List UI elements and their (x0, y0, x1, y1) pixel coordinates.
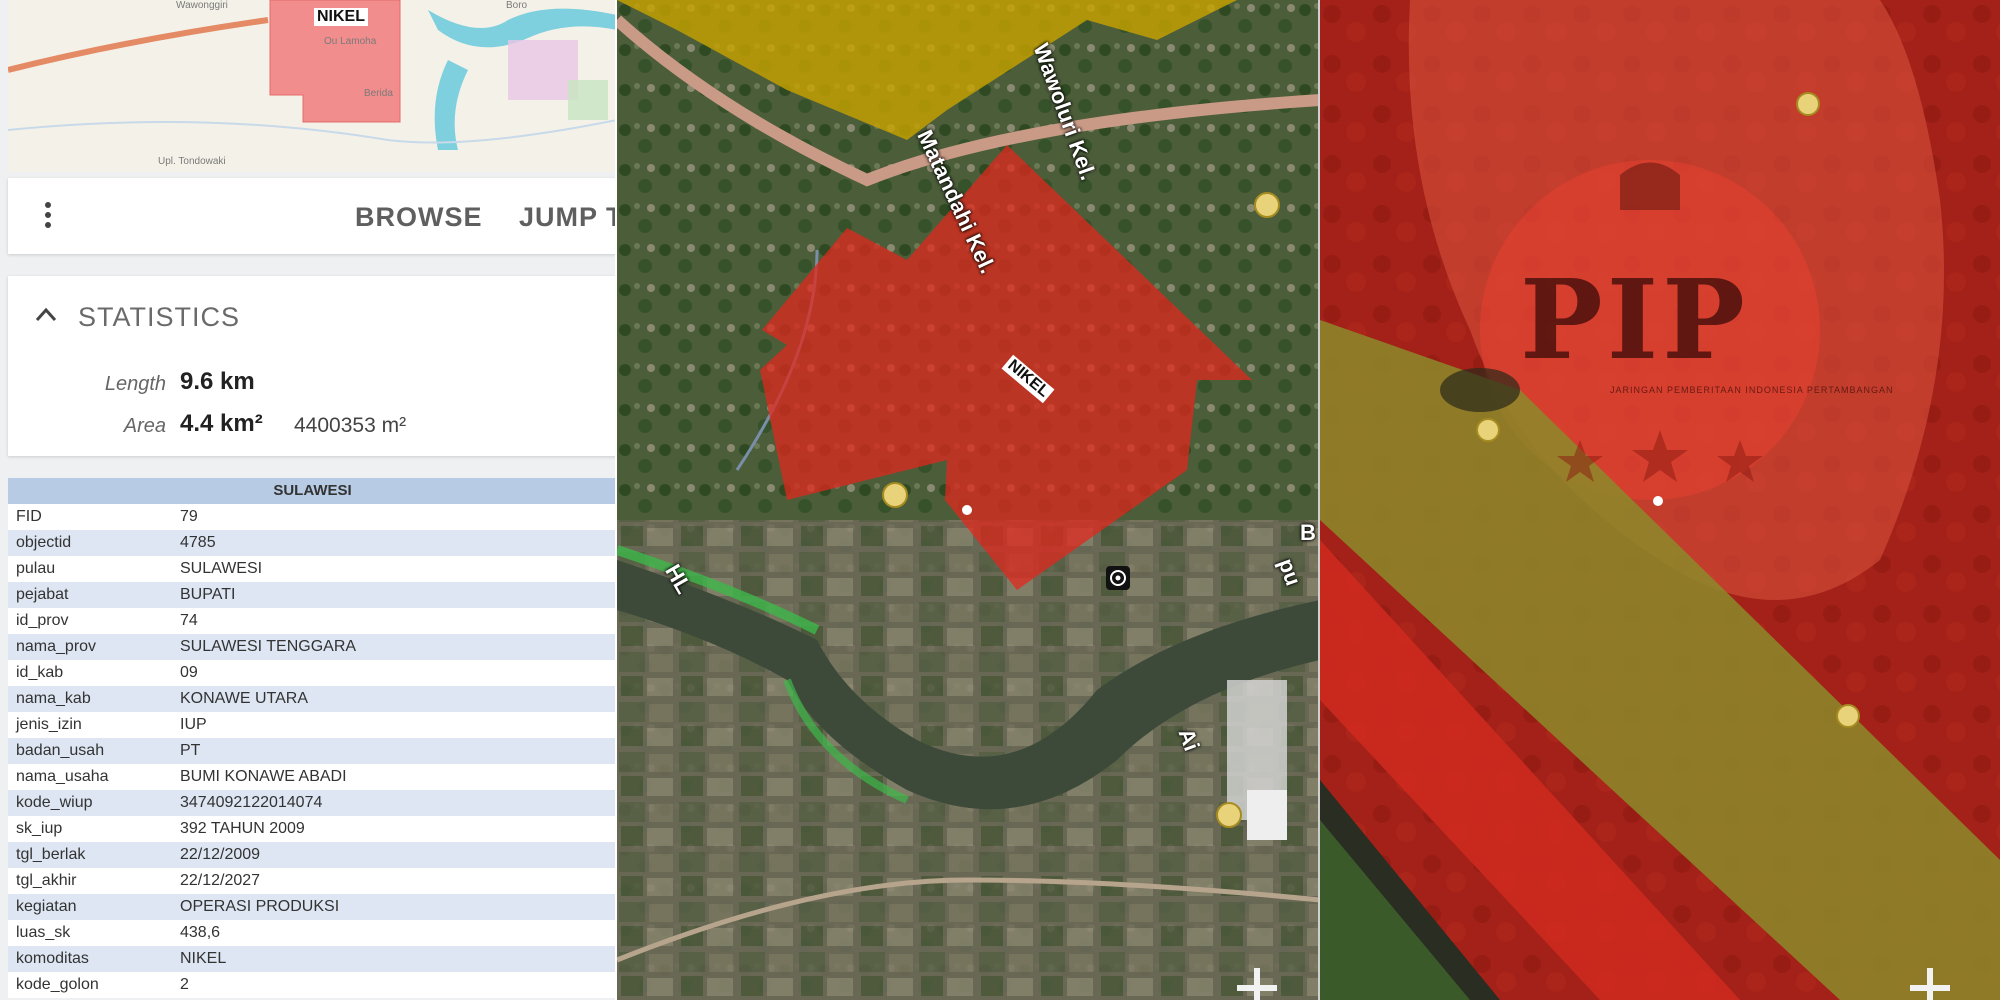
area-value: 4.4 km² (180, 410, 263, 437)
attribute-value: BUMI KONAWE ABADI (180, 768, 347, 785)
attribute-value: 438,6 (180, 924, 221, 941)
table-row: FID 79 (8, 504, 617, 530)
satellite-map[interactable]: Wawoluri Kel. Matandahi Kel. HL B pu Ai … (617, 0, 1320, 1000)
chevron-up-icon[interactable] (34, 304, 58, 324)
statistics-title[interactable]: STATISTICS (78, 302, 240, 333)
attribute-value: 79 (180, 508, 198, 525)
table-row: tgl_berlak 22/12/2009 (8, 842, 617, 868)
attribute-key: tgl_berlak (16, 846, 86, 863)
watermark-logo: PIP (1520, 255, 1749, 384)
jump-to-button[interactable]: JUMP T (519, 202, 617, 233)
more-vert-icon[interactable] (38, 198, 58, 234)
watermark-subtitle: JARINGAN PEMBERITAAN INDONESIA PERTAMBAN… (1610, 385, 1894, 395)
attribute-key: kode_golon (16, 976, 99, 993)
attribute-key: nama_usaha (16, 768, 109, 785)
table-row: nama_prov SULAWESI TENGGARA (8, 634, 617, 660)
mini-map-place-label: Ou Lamoha (324, 36, 377, 47)
attribute-key: pejabat (16, 586, 69, 603)
table-row: jenis_izin IUP (8, 712, 617, 738)
attribute-value: OPERASI PRODUKSI (180, 898, 340, 915)
table-row: badan_usah PT (8, 738, 617, 764)
street-label: B (1300, 520, 1316, 545)
attribute-value: SULAWESI TENGGARA (180, 638, 357, 655)
attribute-value: 09 (180, 664, 198, 681)
attribute-key: kode_wiup (16, 794, 93, 811)
attribute-value: 22/12/2027 (180, 872, 261, 889)
table-row: nama_kab KONAWE UTARA (8, 686, 617, 712)
mini-map-place-label: Berida (364, 88, 393, 99)
mini-map-place-label: Upl. Tondowaki (158, 156, 226, 167)
attribute-value: BUPATI (180, 586, 236, 603)
attribute-key: id_kab (16, 664, 64, 681)
attribute-key: luas_sk (16, 924, 71, 941)
attribute-key: FID (16, 508, 42, 525)
attribute-key: komoditas (16, 950, 89, 967)
attribute-value: NIKEL (180, 950, 227, 967)
toolbar: BROWSE JUMP T (8, 178, 617, 254)
mini-map-place-label: Boro (506, 0, 528, 11)
attribute-key: id_prov (16, 612, 69, 629)
mini-map[interactable]: NIKEL Wawonggiri Ou Lamoha Berida Upl. T… (8, 0, 617, 172)
table-row: id_prov 74 (8, 608, 617, 634)
table-row: luas_sk 438,6 (8, 920, 617, 946)
attribute-key: objectid (16, 534, 72, 551)
attribute-table: SULAWESI FID 79 objectid 4785 pulau SULAWESI p… (8, 478, 617, 1000)
target-icon[interactable] (1105, 565, 1131, 591)
area-row: Area 4.4 km² 4400353 m² (8, 408, 608, 442)
table-row: pejabat BUPATI (8, 582, 617, 608)
attribute-value: KONAWE UTARA (180, 690, 309, 707)
table-row: tgl_akhir 22/12/2027 (8, 868, 617, 894)
attribute-key: pulau (16, 560, 56, 577)
info-panel: NIKEL Wawonggiri Ou Lamoha Berida Upl. T… (0, 0, 617, 1000)
attribute-value: 2 (180, 976, 189, 993)
browse-button[interactable]: BROWSE (355, 202, 483, 233)
attribute-value: 4785 (180, 534, 216, 551)
attribute-value: 392 TAHUN 2009 (180, 820, 305, 837)
table-row: kode_golon 2 (8, 972, 617, 998)
table-row: id_kab 09 (8, 660, 617, 686)
attribute-value: 74 (180, 612, 198, 629)
length-row: Length 9.6 km (8, 366, 608, 400)
zoom-in-icon[interactable] (1910, 968, 1950, 1000)
length-label: Length (104, 373, 166, 395)
attribute-key: sk_iup (16, 820, 63, 837)
table-row: nama_usaha BUMI KONAWE ABADI (8, 764, 617, 790)
area-label: Area (123, 415, 166, 437)
attribute-table-body: FID 79 objectid 4785 pulau SULAWESI pejabat BUP… (8, 504, 617, 998)
attribute-value: SULAWESI (180, 560, 263, 577)
attribute-key: badan_usah (16, 742, 105, 759)
table-row: kode_wiup 3474092122014074 (8, 790, 617, 816)
statistics-panel: STATISTICS Length 9.6 km Area 4.4 km² 44… (8, 276, 617, 456)
attribute-key: nama_prov (16, 638, 97, 655)
zoomed-satellite-map[interactable]: PIP JARINGAN PEMBERITAAN INDONESIA PERTA… (1320, 0, 2000, 1000)
length-value: 9.6 km (180, 368, 255, 395)
area-m2-value: 4400353 m² (294, 414, 407, 437)
attribute-key: jenis_izin (16, 716, 82, 733)
attribute-value: 3474092122014074 (180, 794, 323, 811)
attribute-key: nama_kab (16, 690, 91, 707)
attribute-table-header: SULAWESI (8, 478, 617, 504)
table-row: pulau SULAWESI (8, 556, 617, 582)
table-row: komoditas NIKEL (8, 946, 617, 972)
attribute-value: PT (180, 742, 201, 759)
table-row: sk_iup 392 TAHUN 2009 (8, 816, 617, 842)
table-row: kegiatan OPERASI PRODUKSI (8, 894, 617, 920)
table-row: objectid 4785 (8, 530, 617, 556)
zoom-in-icon[interactable] (1237, 968, 1277, 1000)
attribute-key: tgl_akhir (16, 872, 77, 889)
mini-map-polygon-label: NIKEL (314, 8, 368, 26)
attribute-key: kegiatan (16, 898, 77, 915)
mini-map-place-label: Wawonggiri (176, 0, 228, 11)
attribute-value: 22/12/2009 (180, 846, 261, 863)
attribute-value: IUP (180, 716, 207, 733)
